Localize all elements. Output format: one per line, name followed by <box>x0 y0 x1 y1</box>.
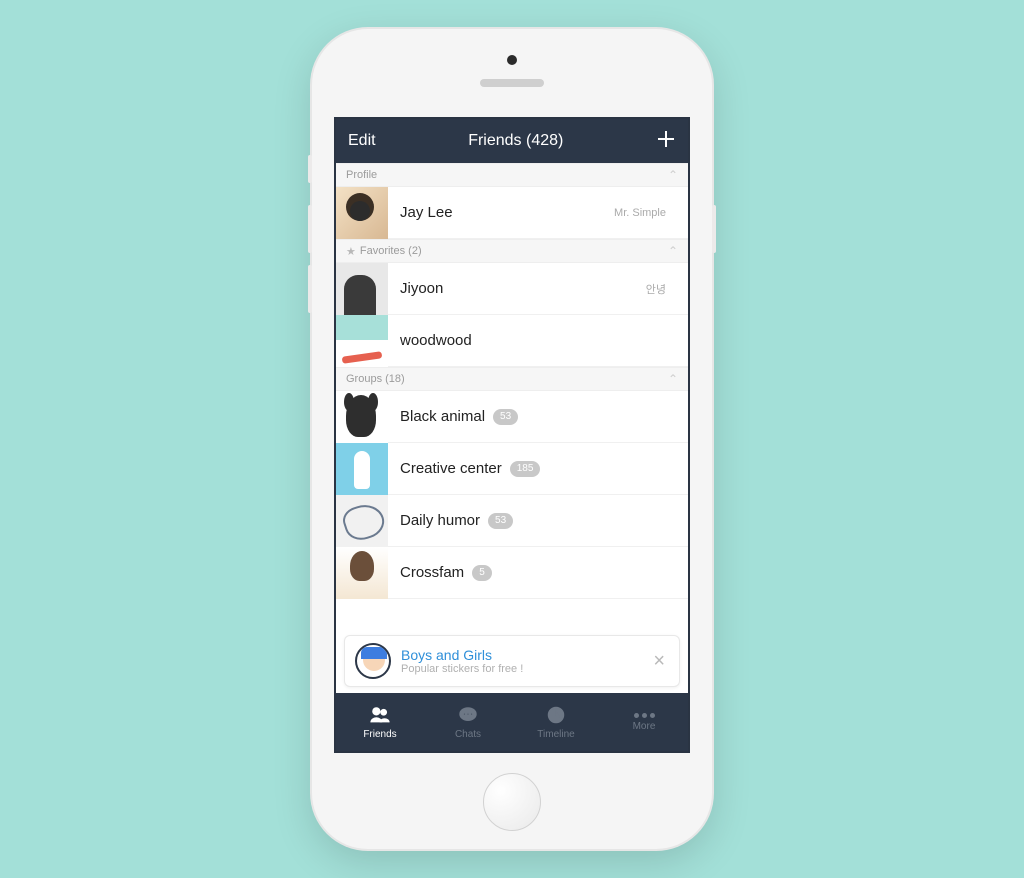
tab-label: More <box>633 721 656 732</box>
phone-camera <box>507 55 517 65</box>
tab-bar: Friends Chats Timeline More <box>336 693 688 751</box>
promo-banner[interactable]: Boys and Girls Popular stickers for free… <box>344 635 680 687</box>
friend-status: 안녕 <box>646 281 676 297</box>
section-header-groups[interactable]: Groups (18) ⌃ <box>336 367 688 391</box>
list-item[interactable]: Jiyoon 안녕 <box>336 263 688 315</box>
group-name: Daily humor <box>400 512 480 529</box>
group-name: Creative center <box>400 460 502 477</box>
tab-friends[interactable]: Friends <box>336 693 424 751</box>
list-item[interactable]: Crossfam 5 <box>336 547 688 599</box>
app-screen: Edit Friends (428) Profile ⌃ Jay Lee Mr.… <box>334 117 690 753</box>
friend-status: Mr. Simple <box>614 207 676 219</box>
section-header-profile[interactable]: Profile ⌃ <box>336 163 688 187</box>
section-label: Groups (18) <box>346 373 405 385</box>
tab-timeline[interactable]: Timeline <box>512 693 600 751</box>
avatar <box>336 315 388 367</box>
promo-title: Boys and Girls <box>401 647 649 663</box>
avatar <box>336 443 388 495</box>
avatar <box>336 547 388 599</box>
section-label: Profile <box>346 169 377 181</box>
list-item[interactable]: Creative center 185 <box>336 443 688 495</box>
chevron-up-icon: ⌃ <box>668 244 678 258</box>
group-name: Crossfam <box>400 564 464 581</box>
close-icon[interactable]: × <box>649 646 669 677</box>
list-item[interactable]: woodwood <box>336 315 688 367</box>
tab-label: Chats <box>455 729 481 740</box>
tab-label: Timeline <box>537 729 574 740</box>
member-count-badge: 5 <box>472 565 492 581</box>
add-friend-button[interactable] <box>656 129 676 154</box>
phone-volume-down <box>308 265 312 313</box>
phone-frame: Edit Friends (428) Profile ⌃ Jay Lee Mr.… <box>312 29 712 849</box>
profile-row[interactable]: Jay Lee Mr. Simple <box>336 187 688 239</box>
member-count-badge: 185 <box>510 461 541 477</box>
section-label: Favorites (2) <box>360 245 422 257</box>
star-icon: ★ <box>346 245 356 258</box>
phone-home-button <box>483 773 541 831</box>
promo-subtitle: Popular stickers for free ! <box>401 663 649 675</box>
avatar <box>336 187 388 239</box>
avatar <box>336 495 388 547</box>
sticker-icon <box>355 643 391 679</box>
friend-list[interactable]: Profile ⌃ Jay Lee Mr. Simple ★ Favorites … <box>336 163 688 693</box>
member-count-badge: 53 <box>493 409 518 425</box>
tab-label: Friends <box>363 729 396 740</box>
edit-button[interactable]: Edit <box>348 132 376 150</box>
member-count-badge: 53 <box>488 513 513 529</box>
tab-more[interactable]: More <box>600 693 688 751</box>
chevron-up-icon: ⌃ <box>668 372 678 386</box>
tab-chats[interactable]: Chats <box>424 693 512 751</box>
page-title: Friends (428) <box>468 132 563 150</box>
phone-volume-up <box>308 205 312 253</box>
friend-name: Jiyoon <box>400 280 443 297</box>
phone-speaker <box>480 79 544 87</box>
chevron-up-icon: ⌃ <box>668 168 678 182</box>
group-name: Black animal <box>400 408 485 425</box>
friend-name: Jay Lee <box>400 204 453 221</box>
phone-power-button <box>712 205 716 253</box>
section-header-favorites[interactable]: ★ Favorites (2) ⌃ <box>336 239 688 263</box>
avatar <box>336 391 388 443</box>
list-item[interactable]: Black animal 53 <box>336 391 688 443</box>
list-item[interactable]: Daily humor 53 <box>336 495 688 547</box>
more-icon <box>634 713 655 718</box>
phone-mute-switch <box>308 155 312 183</box>
navbar: Edit Friends (428) <box>336 119 688 163</box>
friend-name: woodwood <box>400 332 472 349</box>
avatar <box>336 263 388 315</box>
